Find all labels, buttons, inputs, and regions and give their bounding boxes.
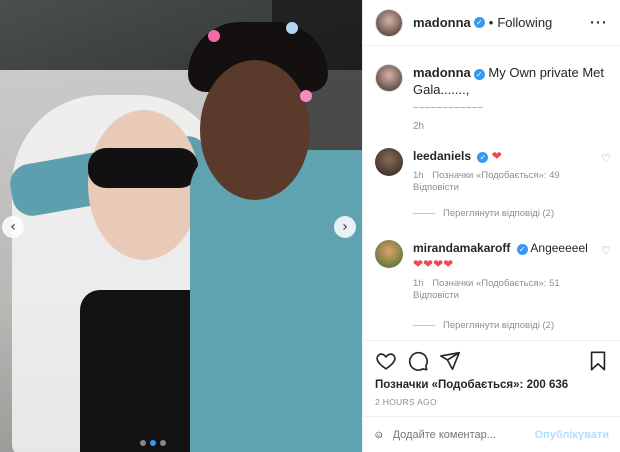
post-photo[interactable]: ‹ › bbox=[0, 0, 362, 452]
comment-body: mirandamakaroff ✓ Angeeeeel ❤❤❤❤ 1h Позн… bbox=[413, 240, 601, 302]
avatar[interactable] bbox=[375, 148, 403, 176]
avatar[interactable] bbox=[375, 8, 403, 37]
photo-hair-bead bbox=[300, 90, 312, 102]
comment-username-link[interactable]: mirandamakaroff bbox=[413, 241, 510, 255]
emoji-icon[interactable] bbox=[375, 425, 383, 445]
more-options-icon[interactable]: ⋯ bbox=[589, 12, 608, 33]
likes-number: 200 636 bbox=[526, 379, 569, 391]
photo-hair-bead bbox=[208, 30, 220, 42]
caption-text-block: madonna ✓ My Own private Met Gala.......,… bbox=[413, 64, 611, 117]
comment-meta: 1h Позначки «Подобається»: 49 Відповісти bbox=[413, 170, 601, 194]
caption-time[interactable]: 2h bbox=[413, 121, 424, 132]
comment-username-link[interactable]: leedaniels bbox=[413, 149, 471, 163]
action-bar bbox=[375, 349, 609, 373]
likes-label: Позначки «Подобається»: bbox=[375, 379, 524, 391]
separator-dot: • bbox=[488, 15, 494, 30]
photo-face-right bbox=[200, 60, 310, 200]
comment-meta: 1h Позначки «Подобається»: 51 Відповісти bbox=[413, 278, 601, 302]
comment-likes-link[interactable]: Позначки «Подобається»: 49 bbox=[432, 170, 559, 181]
photo-hair-bead bbox=[286, 22, 298, 34]
verified-badge-icon: ✓ bbox=[473, 69, 485, 80]
publish-button[interactable]: Опублікувати bbox=[535, 429, 609, 441]
comment-text-hearts: ❤❤❤❤ bbox=[413, 257, 454, 271]
comment-input[interactable] bbox=[392, 428, 535, 441]
comment-like-heart-icon[interactable]: ♡ bbox=[601, 152, 611, 165]
comment-item: mirandamakaroff ✓ Angeeeeel ❤❤❤❤ 1h Позн… bbox=[375, 240, 611, 331]
verified-badge-icon: ✓ bbox=[477, 152, 489, 163]
comment-body: leedaniels ✓ ❤ 1h Позначки «Подобається»… bbox=[413, 148, 601, 194]
divider bbox=[413, 325, 435, 326]
share-icon[interactable] bbox=[439, 350, 461, 372]
reply-button[interactable]: Відповісти bbox=[413, 182, 459, 193]
view-replies-label: Переглянути відповіді (2) bbox=[443, 320, 555, 331]
carousel-indicator bbox=[140, 440, 166, 446]
comment-text: ❤ bbox=[491, 149, 502, 163]
post-header: madonna ✓ • Following ⋯ bbox=[363, 0, 620, 46]
caption-text-line2: ~~~~~~~~~~~~ bbox=[413, 103, 484, 114]
comment-item: leedaniels ✓ ❤ 1h Позначки «Подобається»… bbox=[375, 148, 611, 219]
post-details-panel: madonna ✓ • Following ⋯ madonna ✓ My Own … bbox=[362, 0, 620, 452]
view-replies-button[interactable]: Переглянути відповіді (2) bbox=[413, 208, 611, 219]
chevron-left-icon[interactable]: ‹ bbox=[2, 216, 24, 238]
reply-button[interactable]: Відповісти bbox=[413, 290, 459, 301]
photo-sunglasses bbox=[88, 148, 198, 188]
photo-jacket bbox=[190, 150, 362, 452]
post-actions: Позначки «Подобається»: 200 636 2 HOURS … bbox=[363, 340, 620, 407]
caption-username-link[interactable]: madonna bbox=[413, 65, 471, 80]
chevron-right-icon[interactable]: › bbox=[334, 216, 356, 238]
comment-time[interactable]: 1h bbox=[413, 278, 424, 289]
verified-badge-icon: ✓ bbox=[516, 244, 528, 255]
bookmark-icon[interactable] bbox=[587, 350, 609, 372]
likes-count-link[interactable]: Позначки «Подобається»: 200 636 bbox=[375, 379, 609, 391]
view-replies-button[interactable]: Переглянути відповіді (2) bbox=[413, 320, 611, 331]
comment-icon[interactable] bbox=[407, 350, 429, 372]
verified-badge-icon: ✓ bbox=[473, 17, 485, 28]
comment-time[interactable]: 1h bbox=[413, 170, 424, 181]
carousel-dot bbox=[140, 440, 146, 446]
comment-text: Angeeeeel bbox=[530, 241, 588, 255]
add-comment-bar: Опублікувати bbox=[363, 416, 620, 452]
carousel-dot bbox=[160, 440, 166, 446]
following-button[interactable]: Following bbox=[497, 15, 552, 30]
divider bbox=[413, 213, 435, 214]
view-replies-label: Переглянути відповіді (2) bbox=[443, 208, 555, 219]
comment-likes-link[interactable]: Позначки «Подобається»: 51 bbox=[432, 278, 559, 289]
username-link[interactable]: madonna bbox=[413, 15, 471, 30]
post-timestamp[interactable]: 2 HOURS AGO bbox=[375, 397, 609, 407]
post-caption: madonna ✓ My Own private Met Gala.......,… bbox=[375, 64, 611, 117]
comment-like-heart-icon[interactable]: ♡ bbox=[601, 244, 611, 257]
like-heart-icon[interactable] bbox=[375, 350, 397, 372]
carousel-dot-active bbox=[150, 440, 156, 446]
avatar[interactable] bbox=[375, 64, 403, 92]
avatar[interactable] bbox=[375, 240, 403, 268]
